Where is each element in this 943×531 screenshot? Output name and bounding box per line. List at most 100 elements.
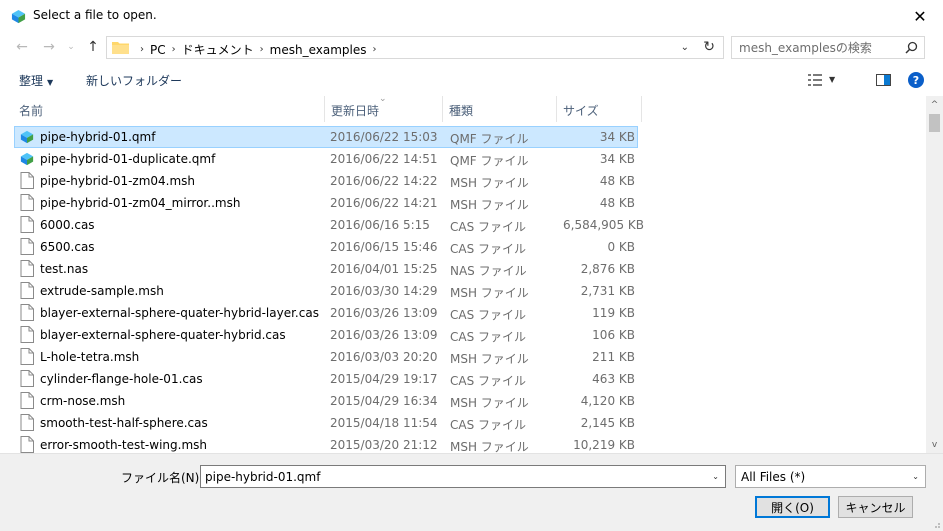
breadcrumb-item-pc[interactable]: PC bbox=[150, 43, 166, 57]
organize-button[interactable]: 整理 ▼ bbox=[19, 72, 53, 89]
forward-button[interactable]: → bbox=[41, 39, 57, 55]
file-size: 463 KB bbox=[592, 372, 635, 386]
search-icon[interactable] bbox=[905, 41, 918, 54]
file-size: 2,876 KB bbox=[580, 262, 635, 276]
file-name: 6000.cas bbox=[40, 218, 95, 232]
file-date: 2015/03/20 21:12 bbox=[330, 438, 438, 452]
filename-label: ファイル名(N): bbox=[121, 471, 204, 485]
file-row[interactable]: error-smooth-test-wing.msh 2015/03/20 21:… bbox=[0, 434, 926, 453]
scroll-up-button[interactable]: ^ bbox=[926, 96, 943, 113]
address-bar[interactable]: › PC › ドキュメント › mesh_examples › ⌄ ↻ bbox=[106, 36, 724, 59]
cancel-button[interactable]: キャンセル bbox=[838, 496, 913, 518]
file-size: 2,731 KB bbox=[580, 284, 635, 298]
file-size: 6,584,905 KB bbox=[563, 218, 644, 232]
file-size: 4,120 KB bbox=[580, 394, 635, 408]
close-button[interactable]: ✕ bbox=[897, 0, 943, 32]
file-row[interactable]: smooth-test-half-sphere.cas 2015/04/18 11… bbox=[0, 412, 926, 434]
file-date: 2016/06/22 14:21 bbox=[330, 196, 438, 210]
file-icon bbox=[20, 238, 34, 255]
file-type-dropdown-icon: ⌄ bbox=[912, 472, 919, 481]
file-list[interactable]: 名前 更新日時 種類 サイズ ⌄ pipe-hybrid-01.qmf 2016/… bbox=[0, 96, 926, 453]
file-type: CAS ファイル bbox=[450, 374, 527, 388]
file-name: cylinder-flange-hole-01.cas bbox=[40, 372, 203, 386]
file-row[interactable]: blayer-external-sphere-quater-hybrid.cas… bbox=[0, 324, 926, 346]
qmf-app-icon bbox=[20, 150, 34, 167]
navigation-bar: ← → ⌄ ↑ › PC › ドキュメント › mesh_examples › … bbox=[0, 34, 943, 62]
open-button[interactable]: 開く(O) bbox=[755, 496, 830, 518]
file-type-value: All Files (*) bbox=[741, 470, 806, 484]
view-options-icon[interactable] bbox=[808, 74, 822, 86]
filename-dropdown-icon[interactable]: ⌄ bbox=[712, 472, 719, 481]
file-row[interactable]: pipe-hybrid-01-zm04.msh 2016/06/22 14:22 M… bbox=[0, 170, 926, 192]
chevron-down-icon: ⌄ bbox=[67, 42, 75, 52]
file-row[interactable]: pipe-hybrid-01-duplicate.qmf 2016/06/22 1… bbox=[0, 148, 926, 170]
up-button[interactable]: ↑ bbox=[85, 39, 101, 55]
file-type-select[interactable]: All Files (*) ⌄ bbox=[735, 465, 926, 488]
new-folder-label: 新しいフォルダー bbox=[86, 74, 183, 88]
file-rows: pipe-hybrid-01.qmf 2016/06/22 15:03 QMF ファ… bbox=[0, 126, 926, 453]
vertical-scrollbar[interactable]: ^ v bbox=[926, 96, 943, 453]
breadcrumb-separator[interactable]: › bbox=[260, 44, 264, 55]
preview-pane-icon[interactable] bbox=[876, 74, 891, 86]
search-input[interactable] bbox=[739, 39, 894, 56]
file-icon bbox=[20, 348, 34, 365]
filename-input[interactable] bbox=[205, 468, 695, 485]
help-icon[interactable]: ? bbox=[908, 72, 924, 88]
new-folder-button[interactable]: 新しいフォルダー bbox=[86, 72, 182, 89]
resize-grip-icon[interactable] bbox=[931, 519, 941, 529]
file-icon bbox=[20, 392, 34, 409]
file-row[interactable]: 6000.cas 2016/06/16 5:15 CAS ファイル 6,584,905… bbox=[0, 214, 926, 236]
refresh-icon[interactable]: ↻ bbox=[703, 39, 715, 55]
recent-locations-button[interactable]: ⌄ bbox=[63, 39, 79, 55]
address-dropdown-icon[interactable]: ⌄ bbox=[681, 42, 689, 53]
search-box[interactable] bbox=[731, 36, 925, 59]
scrollbar-thumb[interactable] bbox=[929, 114, 940, 132]
file-icon bbox=[20, 370, 34, 387]
file-size: 2,145 KB bbox=[580, 416, 635, 430]
file-row[interactable]: test.nas 2016/04/01 15:25 NAS ファイル 2,876 KB bbox=[0, 258, 926, 280]
filename-combobox[interactable]: ⌄ bbox=[200, 465, 726, 488]
file-type: CAS ファイル bbox=[450, 308, 527, 322]
column-header-type[interactable]: 種類 bbox=[443, 96, 557, 122]
view-dropdown-icon[interactable]: ▼ bbox=[829, 75, 835, 84]
column-header-size[interactable]: サイズ bbox=[557, 96, 642, 122]
file-size: 34 KB bbox=[599, 130, 635, 144]
file-icon bbox=[20, 216, 34, 233]
file-row[interactable]: blayer-external-sphere-quater-hybrid-lay… bbox=[0, 302, 926, 324]
file-row[interactable]: pipe-hybrid-01-zm04_mirror..msh 2016/06/2… bbox=[0, 192, 926, 214]
close-icon: ✕ bbox=[913, 6, 927, 26]
back-button[interactable]: ← bbox=[14, 39, 30, 55]
file-icon bbox=[20, 326, 34, 343]
scroll-down-button[interactable]: v bbox=[926, 436, 943, 453]
file-date: 2016/06/22 15:03 bbox=[330, 130, 438, 144]
file-type: CAS ファイル bbox=[450, 330, 527, 344]
file-row[interactable]: pipe-hybrid-01.qmf 2016/06/22 15:03 QMF ファ… bbox=[0, 126, 926, 148]
file-row[interactable]: crm-nose.msh 2015/04/29 16:34 MSH ファイル 4,12… bbox=[0, 390, 926, 412]
file-size: 10,219 KB bbox=[573, 438, 635, 452]
file-name: pipe-hybrid-01.qmf bbox=[40, 130, 156, 144]
breadcrumb: › PC › ドキュメント › mesh_examples › bbox=[134, 41, 382, 58]
footer-panel: ファイル名(N): ⌄ All Files (*) ⌄ 開く(O) キャンセル bbox=[0, 453, 943, 531]
column-header-name[interactable]: 名前 bbox=[13, 96, 325, 122]
file-row[interactable]: L-hole-tetra.msh 2016/03/03 20:20 MSH ファイル… bbox=[0, 346, 926, 368]
file-name: extrude-sample.msh bbox=[40, 284, 164, 298]
organize-label: 整理 bbox=[19, 74, 44, 88]
qmf-app-icon bbox=[20, 128, 34, 145]
file-name: test.nas bbox=[40, 262, 89, 276]
breadcrumb-item-documents[interactable]: ドキュメント bbox=[182, 41, 254, 58]
file-row[interactable]: extrude-sample.msh 2016/03/30 14:29 MSH ファ… bbox=[0, 280, 926, 302]
file-type: NAS ファイル bbox=[450, 264, 527, 278]
file-date: 2016/03/26 13:09 bbox=[330, 328, 438, 342]
file-date: 2015/04/29 19:17 bbox=[330, 372, 438, 386]
breadcrumb-separator[interactable]: › bbox=[372, 44, 376, 55]
file-row[interactable]: 6500.cas 2016/06/15 15:46 CAS ファイル 0 KB bbox=[0, 236, 926, 258]
file-row[interactable]: cylinder-flange-hole-01.cas 2015/04/29 19… bbox=[0, 368, 926, 390]
file-name: pipe-hybrid-01-zm04_mirror..msh bbox=[40, 196, 241, 210]
breadcrumb-item-mesh-examples[interactable]: mesh_examples bbox=[270, 43, 367, 57]
scroll-down-icon: v bbox=[931, 439, 938, 450]
file-type: CAS ファイル bbox=[450, 220, 527, 234]
file-icon bbox=[20, 282, 34, 299]
breadcrumb-separator[interactable]: › bbox=[172, 44, 176, 55]
file-type: MSH ファイル bbox=[450, 440, 529, 453]
file-type: CAS ファイル bbox=[450, 242, 527, 256]
